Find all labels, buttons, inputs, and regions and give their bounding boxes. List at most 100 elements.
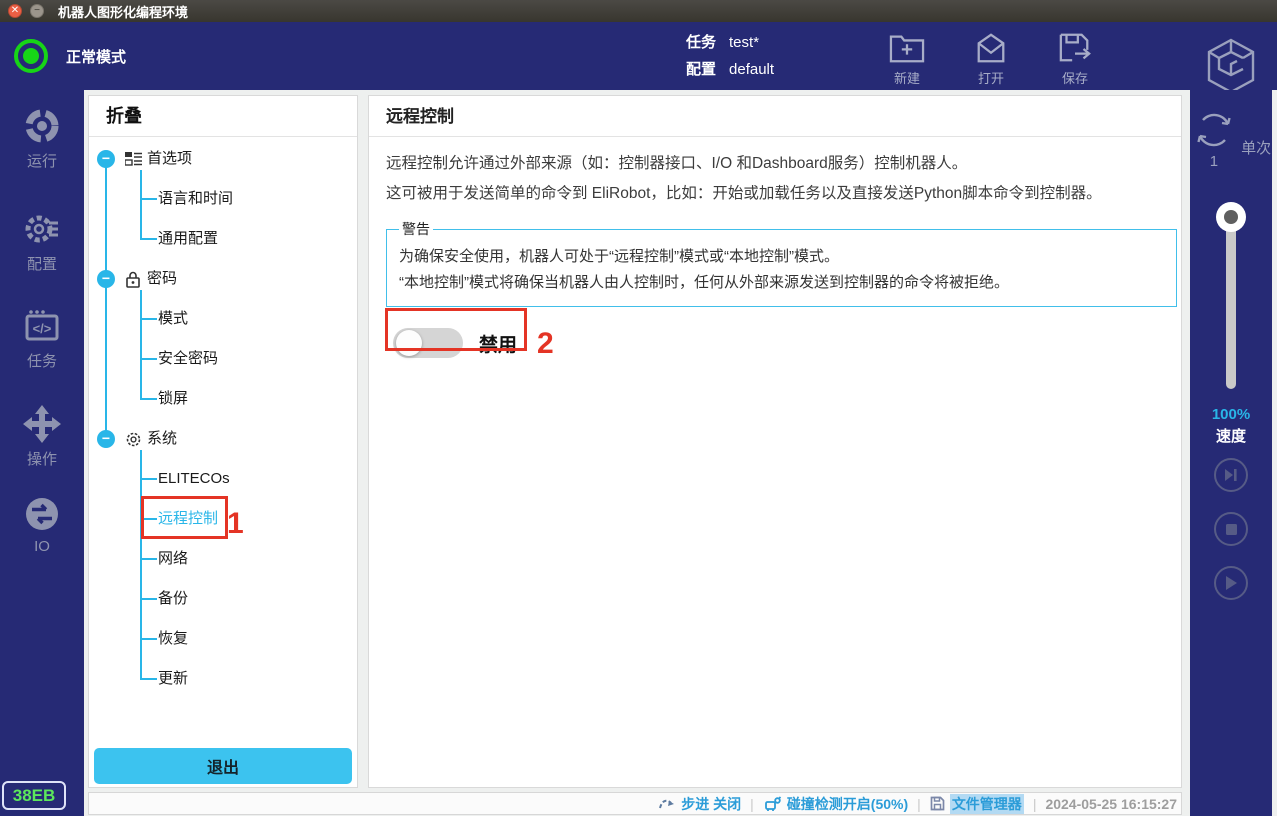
floppy-icon [930,796,945,811]
step-forward-button[interactable] [1214,458,1248,492]
window-titlebar: ✕ − 机器人图形化编程环境 [0,0,1277,22]
config-value: default [729,61,774,78]
exit-button[interactable]: 退出 [94,748,352,784]
save-task-button[interactable]: 保存 [1044,31,1106,87]
task-config-info: 任务test* 配置default [686,29,774,83]
tree-item-backup[interactable]: 备份 [89,589,357,609]
normal-mode-icon [14,39,48,73]
task-value: test* [729,34,759,51]
robot-icon [763,796,782,812]
open-label: 打开 [978,71,1004,86]
play-button[interactable] [1214,566,1248,600]
speed-slider-track[interactable] [1226,217,1236,389]
gear-icon [22,209,62,249]
warning-line: “本地控制”模式将确保当机器人由人控制时，任何从外部来源发送到控制器的命令将被拒… [399,270,1164,296]
nav-run-label: 运行 [27,153,57,170]
clock: 2024-05-25 16:15:27 [1045,796,1177,812]
collision-status[interactable]: 碰撞检测开启(50%) [763,794,908,814]
play-icon [1224,575,1238,591]
task-label: 任务 [686,34,716,51]
cycle-count: 1 [1191,153,1237,170]
page-title: 远程控制 [369,96,1181,137]
minimize-icon[interactable]: − [30,4,44,18]
tree-group-label: 首选项 [147,149,192,169]
separator: | [917,796,921,812]
io-arrows-icon [22,494,62,534]
header-actions: 新建 打开 保存 [876,31,1106,87]
nav-operate-label: 操作 [27,451,57,468]
warning-box: 警告 为确保安全使用，机器人可处于“远程控制”模式或“本地控制”模式。 “本地控… [386,219,1177,307]
remote-control-panel: 远程控制 远程控制允许通过外部来源（如：控制器接口、I/O 和Dashboard… [368,95,1182,788]
mode-indicator: 正常模式 [14,39,126,73]
step-status[interactable]: 步进 关闭 [658,794,741,814]
list-icon [125,151,142,167]
tree-item-update[interactable]: 更新 [89,669,357,689]
lock-icon [125,271,141,288]
status-bar: 步进 关闭 | 碰撞检测开启(50%) | 文件管理器 | 2024-05-25… [88,792,1182,815]
remote-control-toggle-row: 禁用 [386,328,1177,358]
gear-icon [125,431,142,448]
settings-tree-panel: 折叠 − 首选项 语言和时间 通用配置 [88,95,358,788]
nav-item-task[interactable]: </> 任务 [0,306,84,371]
new-label: 新建 [894,71,920,86]
remote-control-toggle[interactable] [393,328,463,358]
speed-readout: 100% 速度 [1190,404,1272,448]
code-window-icon: </> [22,306,62,346]
run-icon [22,106,62,146]
nav-item-run[interactable]: 运行 [0,106,84,171]
new-task-button[interactable]: 新建 [876,31,938,87]
nav-config-label: 配置 [27,256,57,273]
tree-connector [140,290,142,399]
right-sidebar: 1 单次 100% 速度 [1190,90,1272,816]
nav-item-io[interactable]: IO [0,494,84,555]
close-icon[interactable]: ✕ [8,4,22,18]
tree-group-preferences[interactable]: − 首选项 [89,149,357,169]
left-sidebar: 运行 配置 </> 任务 操作 IO 38EB [0,90,84,816]
stop-button[interactable] [1214,512,1248,546]
toggle-knob[interactable] [396,330,422,356]
status-badge[interactable]: 38EB [2,781,66,810]
file-manager-button[interactable]: 文件管理器 [930,794,1024,814]
collapse-node-icon[interactable]: − [97,430,115,448]
separator: | [1033,796,1037,812]
speed-slider-knob[interactable] [1216,202,1246,232]
speed-percent: 100% [1190,404,1272,426]
tree-item-elitecos[interactable]: ELITECOs [89,469,357,489]
folder-plus-icon [888,31,926,65]
warning-line: 为确保安全使用，机器人可处于“远程控制”模式或“本地控制”模式。 [399,244,1164,270]
description-line: 这可被用于发送简单的命令到 EliRobot，比如：开始或加载任务以及直接发送P… [386,179,1177,209]
collapse-node-icon[interactable]: − [97,270,115,288]
speed-label: 速度 [1190,426,1272,448]
tree-group-label: 系统 [147,429,177,449]
tree-item-recovery[interactable]: 恢复 [89,629,357,649]
app-header: 正常模式 任务test* 配置default 新建 打开 [0,22,1277,90]
tree-group-label: 密码 [147,269,177,289]
nav-item-operate[interactable]: 操作 [0,404,84,469]
step-mode-icon [658,797,676,811]
tree-item-language-time[interactable]: 语言和时间 [89,189,357,209]
warning-legend: 警告 [399,219,433,239]
step-forward-icon [1223,467,1239,483]
nav-item-config[interactable]: 配置 [0,209,84,274]
single-label: 单次 [1241,140,1271,157]
settings-tree: − 首选项 语言和时间 通用配置 − 密码 模式 安全密码 [89,96,357,787]
tree-item-remote-control[interactable]: 远程控制 [89,509,357,529]
open-task-button[interactable]: 打开 [960,31,1022,87]
loop-once-icon [1191,107,1237,153]
tree-item-safety-password[interactable]: 安全密码 [89,349,357,369]
single-cycle-indicator[interactable]: 1 单次 [1190,107,1272,158]
tree-group-password[interactable]: − 密码 [89,269,357,289]
collapse-node-icon[interactable]: − [97,150,115,168]
window-title: 机器人图形化编程环境 [58,2,188,21]
tree-item-general-config[interactable]: 通用配置 [89,229,357,249]
separator: | [750,796,754,812]
description-line: 远程控制允许通过外部来源（如：控制器接口、I/O 和Dashboard服务）控制… [386,149,1177,179]
save-label: 保存 [1062,71,1088,86]
tree-group-system[interactable]: − 系统 [89,429,357,449]
tree-item-network[interactable]: 网络 [89,549,357,569]
nav-task-label: 任务 [27,353,57,370]
stop-icon [1225,523,1238,536]
tree-item-lock-screen[interactable]: 锁屏 [89,389,357,409]
tree-item-mode[interactable]: 模式 [89,309,357,329]
mode-label: 正常模式 [66,46,126,67]
